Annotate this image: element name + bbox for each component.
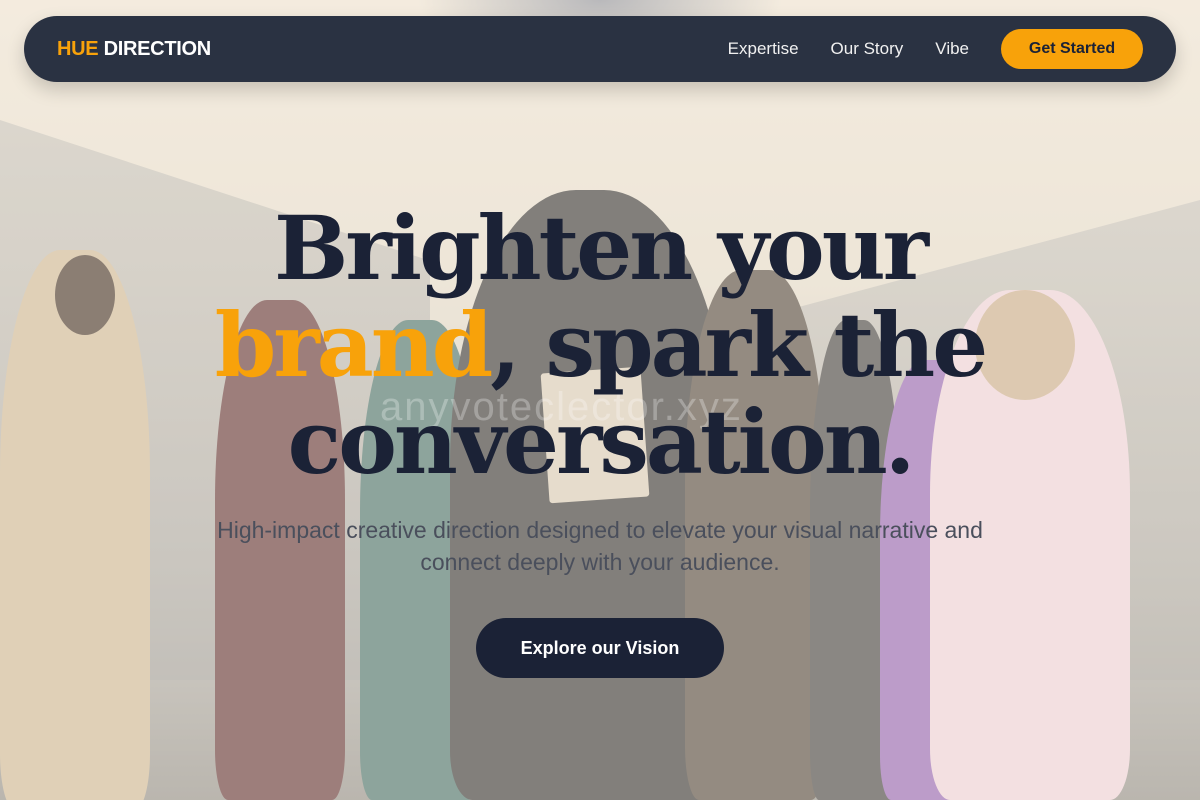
nav-link-expertise[interactable]: Expertise (728, 39, 799, 59)
brand-logo-accent: HUE (57, 37, 99, 60)
nav-links: Expertise Our Story Vibe Get Started (728, 29, 1143, 69)
get-started-button[interactable]: Get Started (1001, 29, 1143, 69)
hero-title-highlight: brand (214, 293, 493, 397)
hero-title-line3: conversation. (287, 390, 916, 494)
nav-link-our-story[interactable]: Our Story (831, 39, 904, 59)
hero-title: Brighten your brand, spark the conversat… (0, 200, 1200, 491)
hero-subtitle: High-impact creative direction designed … (217, 517, 983, 575)
top-navbar: HUE DIRECTION Expertise Our Story Vibe G… (24, 16, 1176, 82)
brand-logo-main: DIRECTION (103, 37, 212, 60)
brand-logo[interactable]: HUE DIRECTION (57, 38, 211, 61)
hero-title-line2: , spark the (490, 293, 988, 397)
hero-title-line1: Brighten your (273, 196, 929, 300)
nav-link-vibe[interactable]: Vibe (935, 39, 969, 59)
explore-vision-button[interactable]: Explore our Vision (476, 618, 724, 678)
